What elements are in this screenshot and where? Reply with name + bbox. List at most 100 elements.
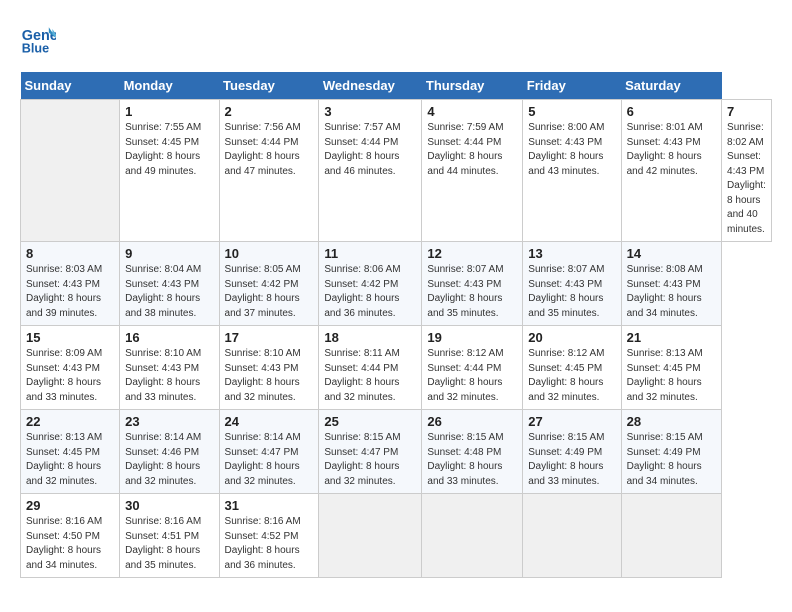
calendar-cell-empty — [21, 100, 120, 242]
weekday-header-tuesday: Tuesday — [219, 72, 319, 100]
day-info: Sunrise: 8:00 AM Sunset: 4:43 PM Dayligh… — [528, 121, 615, 179]
day-number: 26 — [427, 414, 517, 429]
day-number: 23 — [125, 414, 213, 429]
day-number: 1 — [125, 104, 213, 119]
day-info: Sunrise: 8:13 AM Sunset: 4:45 PM Dayligh… — [26, 431, 114, 489]
day-info: Sunrise: 7:57 AM Sunset: 4:44 PM Dayligh… — [324, 121, 416, 179]
day-number: 19 — [427, 330, 517, 345]
week-row-4: 29 Sunrise: 8:16 AM Sunset: 4:50 PM Dayl… — [21, 494, 772, 578]
svg-text:Blue: Blue — [22, 41, 49, 55]
day-number: 25 — [324, 414, 416, 429]
calendar-cell — [319, 494, 422, 578]
day-number: 14 — [627, 246, 716, 261]
day-number: 24 — [225, 414, 314, 429]
day-number: 18 — [324, 330, 416, 345]
day-info: Sunrise: 8:12 AM Sunset: 4:44 PM Dayligh… — [427, 347, 517, 405]
day-info: Sunrise: 8:09 AM Sunset: 4:43 PM Dayligh… — [26, 347, 114, 405]
weekday-header-row: SundayMondayTuesdayWednesdayThursdayFrid… — [21, 72, 772, 100]
day-info: Sunrise: 8:16 AM Sunset: 4:52 PM Dayligh… — [225, 515, 314, 573]
calendar-cell: 26 Sunrise: 8:15 AM Sunset: 4:48 PM Dayl… — [422, 410, 523, 494]
day-number: 5 — [528, 104, 615, 119]
calendar-cell: 15 Sunrise: 8:09 AM Sunset: 4:43 PM Dayl… — [21, 326, 120, 410]
day-info: Sunrise: 8:03 AM Sunset: 4:43 PM Dayligh… — [26, 263, 114, 321]
calendar-cell: 9 Sunrise: 8:04 AM Sunset: 4:43 PM Dayli… — [120, 242, 219, 326]
calendar-cell: 5 Sunrise: 8:00 AM Sunset: 4:43 PM Dayli… — [523, 100, 621, 242]
day-number: 7 — [727, 104, 766, 119]
weekday-header-monday: Monday — [120, 72, 219, 100]
day-info: Sunrise: 8:14 AM Sunset: 4:46 PM Dayligh… — [125, 431, 213, 489]
day-number: 16 — [125, 330, 213, 345]
calendar-cell: 30 Sunrise: 8:16 AM Sunset: 4:51 PM Dayl… — [120, 494, 219, 578]
day-info: Sunrise: 8:08 AM Sunset: 4:43 PM Dayligh… — [627, 263, 716, 321]
day-info: Sunrise: 8:13 AM Sunset: 4:45 PM Dayligh… — [627, 347, 716, 405]
day-number: 29 — [26, 498, 114, 513]
day-info: Sunrise: 7:55 AM Sunset: 4:45 PM Dayligh… — [125, 121, 213, 179]
weekday-header-thursday: Thursday — [422, 72, 523, 100]
week-row-1: 8 Sunrise: 8:03 AM Sunset: 4:43 PM Dayli… — [21, 242, 772, 326]
logo: General Blue — [20, 20, 60, 56]
calendar-cell: 8 Sunrise: 8:03 AM Sunset: 4:43 PM Dayli… — [21, 242, 120, 326]
calendar-cell: 11 Sunrise: 8:06 AM Sunset: 4:42 PM Dayl… — [319, 242, 422, 326]
calendar-cell: 18 Sunrise: 8:11 AM Sunset: 4:44 PM Dayl… — [319, 326, 422, 410]
calendar-cell: 19 Sunrise: 8:12 AM Sunset: 4:44 PM Dayl… — [422, 326, 523, 410]
day-info: Sunrise: 8:14 AM Sunset: 4:47 PM Dayligh… — [225, 431, 314, 489]
calendar-cell: 25 Sunrise: 8:15 AM Sunset: 4:47 PM Dayl… — [319, 410, 422, 494]
day-number: 17 — [225, 330, 314, 345]
calendar-cell: 31 Sunrise: 8:16 AM Sunset: 4:52 PM Dayl… — [219, 494, 319, 578]
day-number: 12 — [427, 246, 517, 261]
week-row-0: 1 Sunrise: 7:55 AM Sunset: 4:45 PM Dayli… — [21, 100, 772, 242]
day-number: 11 — [324, 246, 416, 261]
calendar-cell: 7 Sunrise: 8:02 AM Sunset: 4:43 PM Dayli… — [722, 100, 772, 242]
day-number: 10 — [225, 246, 314, 261]
day-number: 9 — [125, 246, 213, 261]
calendar-cell: 29 Sunrise: 8:16 AM Sunset: 4:50 PM Dayl… — [21, 494, 120, 578]
week-row-2: 15 Sunrise: 8:09 AM Sunset: 4:43 PM Dayl… — [21, 326, 772, 410]
day-info: Sunrise: 7:59 AM Sunset: 4:44 PM Dayligh… — [427, 121, 517, 179]
day-number: 28 — [627, 414, 716, 429]
day-number: 30 — [125, 498, 213, 513]
calendar-cell — [523, 494, 621, 578]
day-number: 6 — [627, 104, 716, 119]
day-info: Sunrise: 8:01 AM Sunset: 4:43 PM Dayligh… — [627, 121, 716, 179]
calendar-cell — [621, 494, 721, 578]
weekday-header-wednesday: Wednesday — [319, 72, 422, 100]
day-number: 31 — [225, 498, 314, 513]
calendar-cell: 1 Sunrise: 7:55 AM Sunset: 4:45 PM Dayli… — [120, 100, 219, 242]
weekday-header-friday: Friday — [523, 72, 621, 100]
day-info: Sunrise: 8:15 AM Sunset: 4:47 PM Dayligh… — [324, 431, 416, 489]
day-info: Sunrise: 8:15 AM Sunset: 4:49 PM Dayligh… — [627, 431, 716, 489]
day-info: Sunrise: 7:56 AM Sunset: 4:44 PM Dayligh… — [225, 121, 314, 179]
day-info: Sunrise: 8:10 AM Sunset: 4:43 PM Dayligh… — [225, 347, 314, 405]
day-number: 22 — [26, 414, 114, 429]
day-info: Sunrise: 8:06 AM Sunset: 4:42 PM Dayligh… — [324, 263, 416, 321]
day-number: 15 — [26, 330, 114, 345]
day-number: 2 — [225, 104, 314, 119]
day-info: Sunrise: 8:15 AM Sunset: 4:49 PM Dayligh… — [528, 431, 615, 489]
day-number: 4 — [427, 104, 517, 119]
calendar-cell: 28 Sunrise: 8:15 AM Sunset: 4:49 PM Dayl… — [621, 410, 721, 494]
day-info: Sunrise: 8:16 AM Sunset: 4:50 PM Dayligh… — [26, 515, 114, 573]
calendar-cell: 27 Sunrise: 8:15 AM Sunset: 4:49 PM Dayl… — [523, 410, 621, 494]
calendar-cell: 4 Sunrise: 7:59 AM Sunset: 4:44 PM Dayli… — [422, 100, 523, 242]
calendar-cell: 12 Sunrise: 8:07 AM Sunset: 4:43 PM Dayl… — [422, 242, 523, 326]
day-number: 20 — [528, 330, 615, 345]
day-info: Sunrise: 8:11 AM Sunset: 4:44 PM Dayligh… — [324, 347, 416, 405]
day-info: Sunrise: 8:04 AM Sunset: 4:43 PM Dayligh… — [125, 263, 213, 321]
calendar-cell: 2 Sunrise: 7:56 AM Sunset: 4:44 PM Dayli… — [219, 100, 319, 242]
weekday-header-saturday: Saturday — [621, 72, 721, 100]
day-info: Sunrise: 8:05 AM Sunset: 4:42 PM Dayligh… — [225, 263, 314, 321]
day-number: 27 — [528, 414, 615, 429]
calendar-cell: 22 Sunrise: 8:13 AM Sunset: 4:45 PM Dayl… — [21, 410, 120, 494]
calendar-cell: 17 Sunrise: 8:10 AM Sunset: 4:43 PM Dayl… — [219, 326, 319, 410]
day-info: Sunrise: 8:10 AM Sunset: 4:43 PM Dayligh… — [125, 347, 213, 405]
day-number: 21 — [627, 330, 716, 345]
day-info: Sunrise: 8:07 AM Sunset: 4:43 PM Dayligh… — [427, 263, 517, 321]
calendar-cell: 6 Sunrise: 8:01 AM Sunset: 4:43 PM Dayli… — [621, 100, 721, 242]
calendar-cell: 16 Sunrise: 8:10 AM Sunset: 4:43 PM Dayl… — [120, 326, 219, 410]
day-info: Sunrise: 8:07 AM Sunset: 4:43 PM Dayligh… — [528, 263, 615, 321]
calendar-cell — [422, 494, 523, 578]
calendar-table: SundayMondayTuesdayWednesdayThursdayFrid… — [20, 72, 772, 578]
day-info: Sunrise: 8:02 AM Sunset: 4:43 PM Dayligh… — [727, 121, 766, 237]
day-number: 13 — [528, 246, 615, 261]
calendar-cell: 21 Sunrise: 8:13 AM Sunset: 4:45 PM Dayl… — [621, 326, 721, 410]
